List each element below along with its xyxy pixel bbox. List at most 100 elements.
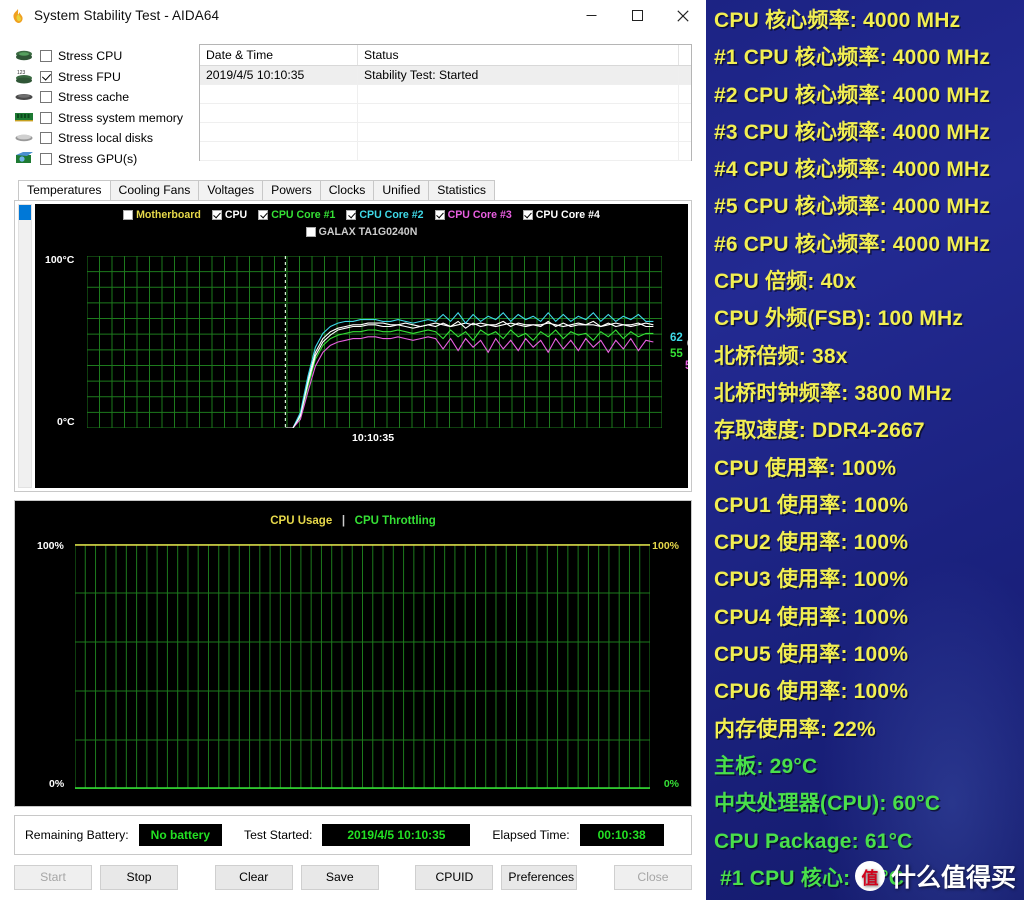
series-end-value: 62 [670,332,683,344]
scrollbar-thumb[interactable] [19,205,31,220]
legend-label: CPU Core #1 [271,209,336,221]
tab-cooling-fans[interactable]: Cooling Fans [109,180,200,200]
temperature-plot [87,256,662,428]
osd-line: #2 CPU 核心频率: 4000 MHz [714,83,991,107]
legend-item[interactable]: CPU [211,209,248,221]
osd-line: 中央处理器(CPU): 60°C [714,792,941,816]
title-bar: System Stability Test - AIDA64 [0,0,706,32]
legend-label: CPU [224,209,248,221]
tab-voltages[interactable]: Voltages [198,180,264,200]
preferences-button[interactable]: Preferences [501,865,578,890]
chart-tabs: Temperatures Cooling Fans Voltages Powers Cl… [18,179,706,200]
legend-checkbox[interactable] [346,210,357,220]
close-window-button[interactable] [660,0,706,32]
legend-item[interactable]: CPU Core #2 [346,209,424,221]
osd-line: #1 CPU 核心频率: 4000 MHz [714,46,991,70]
tab-unified[interactable]: Unified [373,180,430,200]
stress-option-checkbox[interactable] [40,91,52,104]
cell-status [358,104,679,122]
cell-datetime: 2019/4/5 10:10:35 [200,66,358,84]
stress-option-checkbox[interactable] [40,70,52,83]
stress-option-checkbox[interactable] [40,111,52,124]
cell-pad [679,142,691,160]
graph-area: Motherboard CPU CPU Core #1 CPU Core #2 CPU … [0,200,706,807]
button-bar: Start Stop Clear Save CPUID Preferences Close [0,855,706,898]
usage-y-top-left-label: 100% [37,540,64,552]
tab-statistics[interactable]: Statistics [428,180,496,200]
usage-y-bottom-left-label: 0% [49,778,65,790]
usage-y-bottom-right-label: 0% [663,778,679,790]
temperature-graph-panel: Motherboard CPU CPU Core #1 CPU Core #2 CPU … [14,200,692,492]
cpuid-button[interactable]: CPUID [415,865,494,890]
cell-pad [679,123,691,141]
table-row[interactable]: 2019/4/5 10:10:35 Stability Test: Started [200,66,691,85]
table-row[interactable] [200,142,691,161]
save-button[interactable]: Save [300,865,379,890]
legend-checkbox[interactable] [123,210,134,220]
usage-chart-title: CPU Usage | CPU Throttling [15,515,691,527]
table-row[interactable] [200,85,691,104]
legend-checkbox[interactable] [305,227,316,237]
legend-item[interactable]: GALAX TA1G0240N [305,226,417,238]
cell-pad [679,104,691,122]
stress-option-row[interactable]: Stress cache [14,87,189,108]
osd-line: CPU 外频(FSB): 100 MHz [714,307,964,331]
flame-icon [10,8,26,24]
temperature-chart: Motherboard CPU CPU Core #1 CPU Core #2 CPU … [35,204,688,488]
osd-line: 存取速度: DDR4-2667 [714,419,925,443]
legend-checkbox[interactable] [258,210,269,220]
table-row[interactable] [200,123,691,142]
battery-value: No battery [138,824,222,846]
stress-option-checkbox[interactable] [40,132,52,145]
legend-item[interactable]: CPU Core #3 [434,209,512,221]
osd-line: #6 CPU 核心频率: 4000 MHz [714,232,991,256]
start-button: Start [14,865,92,890]
legend-checkbox[interactable] [522,210,533,220]
osd-line: #5 CPU 核心频率: 4000 MHz [714,195,991,219]
stress-option-row[interactable]: Stress GPU(s) [14,149,189,170]
stress-option-row[interactable]: 123 Stress FPU [14,67,189,88]
cpu-icon [14,49,34,64]
stress-option-checkbox[interactable] [40,152,52,165]
legend-item[interactable]: Motherboard [123,209,201,221]
tab-temperatures[interactable]: Temperatures [18,180,111,200]
osd-line: CPU6 使用率: 100% [714,680,909,704]
watermark-text: 什么值得买 [890,864,1016,892]
legend-checkbox[interactable] [211,210,222,220]
stress-option-checkbox[interactable] [40,50,52,63]
y-axis-bottom-label: 0°C [57,416,75,428]
x-axis-time-label: 10:10:35 [352,432,395,444]
tab-clocks[interactable]: Clocks [319,180,375,200]
osd-line: CPU Package: 61°C [714,829,913,853]
column-header-pad [679,45,691,65]
fpu-icon: 123 [14,69,34,84]
stress-option-row[interactable]: Stress local disks [14,128,189,149]
cell-datetime [200,104,358,122]
legend-label: CPU Core #4 [535,209,600,221]
log-table-header: Date & Time Status [200,45,691,66]
minimize-button[interactable] [568,0,614,32]
cell-datetime [200,142,358,160]
cache-icon [14,90,34,105]
legend-checkbox[interactable] [434,210,445,220]
stress-option-label: Stress cache [58,90,130,105]
maximize-button[interactable] [614,0,660,32]
stress-option-label: Stress local disks [58,131,153,146]
watermark: 值 什么值得买 [854,858,1016,894]
osd-line: #3 CPU 核心频率: 4000 MHz [714,120,991,144]
event-log-table[interactable]: Date & Time Status 2019/4/5 10:10:35 Stab… [199,44,692,161]
osd-line: 主板: 29°C [714,754,818,778]
legend-item[interactable]: CPU Core #1 [258,209,335,221]
stop-button[interactable]: Stop [100,865,178,890]
osd-lines: CPU 核心频率: 4000 MHz #1 CPU 核心频率: 4000 MHz #… [714,2,1024,900]
graph-scrollbar[interactable] [18,204,32,488]
tab-powers[interactable]: Powers [262,180,321,200]
table-row[interactable] [200,104,691,123]
clear-button[interactable]: Clear [214,865,293,890]
stress-option-row[interactable]: Stress system memory [14,108,189,129]
stress-option-row[interactable]: Stress CPU [14,46,189,67]
usage-title-part: CPU Usage [270,515,333,527]
y-axis-top-label: 100°C [45,254,75,266]
legend-item[interactable]: CPU Core #4 [522,209,600,221]
test-started-label: Test Started: [244,828,313,842]
